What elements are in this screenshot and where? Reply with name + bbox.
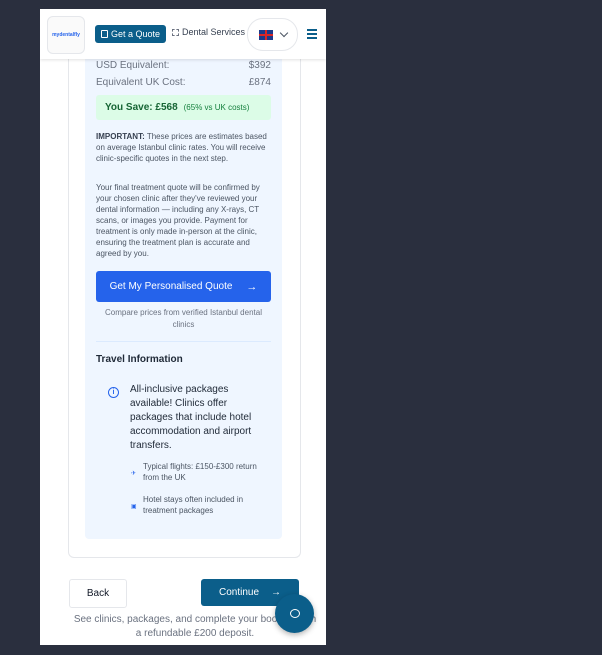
section-divider	[96, 341, 271, 342]
get-a-quote-button[interactable]: Get a Quote	[95, 25, 166, 43]
important-label: IMPORTANT:	[96, 132, 145, 141]
site-logo[interactable]: mydentalfly	[47, 16, 85, 54]
dental-services-link[interactable]: Dental Services	[172, 27, 245, 37]
compare-caption: Compare prices from verified Istanbul de…	[105, 308, 262, 329]
important-notice: IMPORTANT: These prices are estimates ba…	[96, 131, 272, 164]
savings-badge: You Save: £568 (65% vs UK costs)	[96, 95, 271, 120]
document-icon	[100, 30, 108, 38]
continue-label: Continue	[218, 587, 260, 598]
uk-cost-label: Equivalent UK Cost:	[96, 77, 186, 88]
get-personalised-quote-button[interactable]: Get My Personalised Quote →	[96, 271, 271, 302]
hotel-icon: ▣	[131, 504, 137, 510]
arrow-right-icon: →	[246, 280, 258, 293]
travel-information-heading: Travel Information	[96, 354, 183, 365]
packages-info-text: All-inclusive packages available! Clinic…	[130, 384, 252, 451]
dental-services-label: Dental Services	[182, 27, 246, 37]
flights-info-text: Typical flights: £150-£300 return from t…	[143, 462, 257, 482]
mobile-viewport: mydentalfly Get a Quote Dental Services …	[40, 9, 326, 645]
chat-button[interactable]	[275, 594, 314, 633]
top-navigation-bar: mydentalfly Get a Quote Dental Services	[40, 9, 326, 59]
hamburger-menu-icon[interactable]	[307, 29, 317, 41]
chat-bubble-icon	[289, 609, 300, 618]
savings-percent: (65% vs UK costs)	[183, 103, 250, 112]
usd-equivalent-row: USD Equivalent: $392	[96, 60, 271, 71]
logo-text: mydentalfly	[52, 32, 80, 38]
savings-amount: You Save: £568	[105, 102, 178, 113]
grid-icon	[172, 28, 179, 36]
usd-label: USD Equivalent:	[96, 60, 170, 71]
usd-value: $392	[248, 60, 271, 71]
final-quote-notice: Your final treatment quote will be confi…	[96, 183, 260, 258]
arrow-right-icon: →	[271, 587, 282, 598]
hotels-info-text: Hotel stays often included in treatment …	[143, 495, 244, 515]
back-button[interactable]: Back	[69, 579, 127, 608]
info-icon: i	[108, 387, 119, 398]
uk-cost-row: Equivalent UK Cost: £874	[96, 77, 271, 88]
uk-flag-icon	[258, 29, 273, 40]
plane-icon: ✈	[131, 471, 137, 477]
cta-label: Get My Personalised Quote	[109, 281, 233, 292]
language-selector[interactable]	[247, 18, 298, 51]
chevron-down-icon	[279, 28, 288, 38]
uk-cost-value: £874	[248, 77, 271, 88]
get-a-quote-label: Get a Quote	[110, 29, 161, 39]
